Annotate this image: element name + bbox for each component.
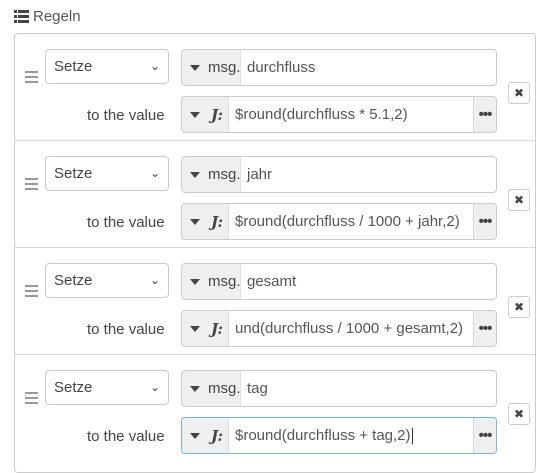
jsonata-icon: J: [211, 105, 224, 124]
target-type-label: msg. [208, 380, 241, 397]
caret-down-icon [190, 385, 200, 392]
rule-item: Setze ⌄ msg. jahr to the value J: $round… [15, 140, 535, 247]
to-the-value-label: to the value [87, 321, 165, 338]
action-select[interactable]: Setze ⌄ [45, 263, 169, 298]
value-type-button[interactable]: J: [182, 204, 229, 239]
drag-handle-icon[interactable] [25, 285, 38, 297]
value-field[interactable]: J: $round(durchfluss / 1000 + jahr,2) ••… [181, 203, 497, 240]
target-value[interactable]: jahr [241, 166, 496, 183]
chevron-down-icon: ⌄ [149, 273, 160, 287]
value-field[interactable]: J: $round(durchfluss * 5.1,2) ••• [181, 96, 497, 133]
rules-list: Setze ⌄ msg. durchfluss to the value J: … [14, 33, 536, 473]
chevron-down-icon: ⌄ [149, 166, 160, 180]
target-type-button[interactable]: msg. [182, 157, 241, 192]
expression-text: $round(durchfluss + tag,2) [235, 426, 411, 444]
target-type-label: msg. [208, 273, 241, 290]
chevron-down-icon: ⌄ [149, 380, 160, 394]
to-the-value-label: to the value [87, 107, 165, 124]
rule-item: Setze ⌄ msg. tag to the value J: $round(… [15, 354, 535, 461]
rules-header: Regeln [14, 6, 81, 26]
caret-down-icon [190, 278, 200, 285]
target-value[interactable]: tag [241, 380, 496, 397]
rule-item: Setze ⌄ msg. durchfluss to the value J: … [15, 34, 535, 140]
caret-down-icon [190, 64, 200, 71]
caret-down-icon [190, 171, 200, 178]
caret-down-icon [190, 325, 200, 332]
caret-down-icon [190, 111, 200, 118]
target-field[interactable]: msg. durchfluss [181, 49, 497, 86]
target-type-label: msg. [208, 166, 241, 183]
action-select[interactable]: Setze ⌄ [45, 370, 169, 405]
ellipsis-icon[interactable]: ••• [473, 97, 496, 132]
rules-title: Regeln [33, 7, 81, 25]
value-type-button[interactable]: J: [182, 418, 229, 453]
to-the-value-label: to the value [87, 214, 165, 231]
value-field[interactable]: J: und(durchfluss / 1000 + gesamt,2) ••• [181, 310, 497, 347]
caret-down-icon [190, 218, 200, 225]
target-value[interactable]: gesamt [241, 273, 496, 290]
target-value[interactable]: durchfluss [241, 59, 496, 76]
text-cursor [411, 428, 413, 445]
target-type-label: msg. [208, 59, 241, 76]
jsonata-icon: J: [211, 319, 224, 338]
action-select-value: Setze [54, 58, 93, 75]
action-select-value: Setze [54, 379, 93, 396]
ellipsis-icon[interactable]: ••• [473, 311, 496, 346]
target-field[interactable]: msg. gesamt [181, 263, 497, 300]
target-type-button[interactable]: msg. [182, 371, 241, 406]
ellipsis-icon[interactable]: ••• [473, 418, 496, 453]
list-icon [14, 9, 29, 23]
close-icon[interactable]: ✖ [508, 82, 530, 104]
target-type-button[interactable]: msg. [182, 50, 241, 85]
close-icon[interactable]: ✖ [508, 403, 530, 425]
jsonata-icon: J: [211, 212, 224, 231]
action-select-value: Setze [54, 165, 93, 182]
value-field[interactable]: J: $round(durchfluss + tag,2) ••• [181, 417, 497, 454]
close-icon[interactable]: ✖ [508, 189, 530, 211]
value-type-button[interactable]: J: [182, 311, 229, 346]
ellipsis-icon[interactable]: ••• [473, 204, 496, 239]
expression-value[interactable]: $round(durchfluss / 1000 + jahr,2) [229, 213, 473, 230]
target-field[interactable]: msg. jahr [181, 156, 497, 193]
caret-down-icon [190, 432, 200, 439]
rule-item: Setze ⌄ msg. gesamt to the value J: und(… [15, 247, 535, 354]
action-select[interactable]: Setze ⌄ [45, 49, 169, 84]
action-select[interactable]: Setze ⌄ [45, 156, 169, 191]
close-icon[interactable]: ✖ [508, 296, 530, 318]
drag-handle-icon[interactable] [25, 178, 38, 190]
action-select-value: Setze [54, 272, 93, 289]
chevron-down-icon: ⌄ [149, 59, 160, 73]
target-field[interactable]: msg. tag [181, 370, 497, 407]
expression-value[interactable]: $round(durchfluss * 5.1,2) [229, 106, 473, 123]
drag-handle-icon[interactable] [25, 392, 38, 404]
jsonata-icon: J: [211, 426, 224, 445]
expression-value[interactable]: und(durchfluss / 1000 + gesamt,2) [229, 320, 473, 337]
to-the-value-label: to the value [87, 428, 165, 445]
drag-handle-icon[interactable] [25, 71, 38, 83]
target-type-button[interactable]: msg. [182, 264, 241, 299]
value-type-button[interactable]: J: [182, 97, 229, 132]
expression-value[interactable]: $round(durchfluss + tag,2) [229, 426, 473, 445]
